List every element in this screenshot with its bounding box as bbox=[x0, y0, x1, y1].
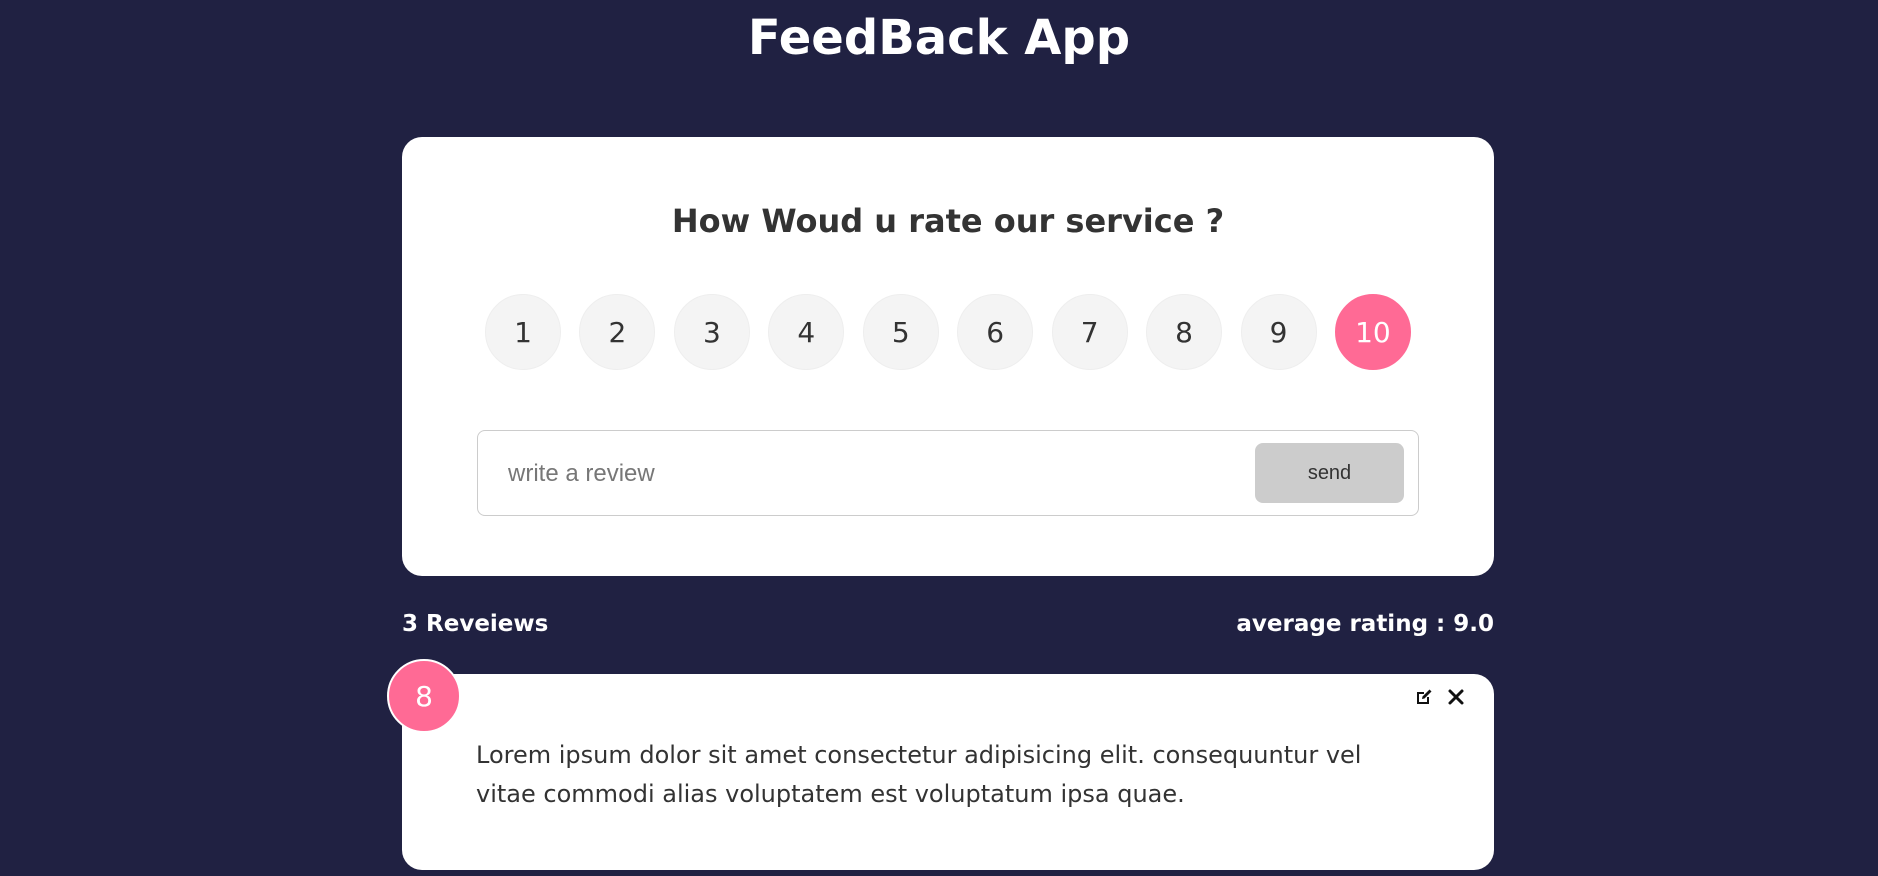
review-actions bbox=[1414, 687, 1466, 707]
average-rating: average rating : 9.0 bbox=[1236, 611, 1494, 637]
rating-option-7[interactable]: 7 bbox=[1051, 294, 1128, 370]
close-icon[interactable] bbox=[1446, 687, 1466, 707]
review-text: Lorem ipsum dolor sit amet consectetur a… bbox=[476, 741, 1362, 808]
rating-options: 1 2 3 4 5 6 7 8 9 10 bbox=[485, 294, 1411, 370]
rating-option-2[interactable]: 2 bbox=[579, 294, 656, 370]
rating-option-1[interactable]: 1 bbox=[485, 294, 561, 370]
app-title: FeedBack App bbox=[747, 10, 1131, 66]
rating-option-8[interactable]: 8 bbox=[1146, 294, 1223, 370]
rating-option-9[interactable]: 9 bbox=[1240, 294, 1317, 370]
reviews-count: 3 Reveiews bbox=[402, 611, 549, 637]
edit-icon[interactable] bbox=[1414, 687, 1434, 707]
review-input[interactable] bbox=[506, 451, 1210, 497]
rating-card: How Woud u rate our service ? 1 2 3 4 5 … bbox=[402, 137, 1494, 576]
send-button[interactable]: send bbox=[1255, 443, 1404, 503]
review-item: Lorem ipsum dolor sit amet consectetur a… bbox=[402, 674, 1494, 870]
review-form: send bbox=[477, 430, 1419, 516]
rating-option-5[interactable]: 5 bbox=[862, 294, 939, 370]
review-stats: 3 Reveiews average rating : 9.0 bbox=[402, 606, 1494, 642]
rating-option-3[interactable]: 3 bbox=[673, 294, 750, 370]
rating-option-4[interactable]: 4 bbox=[768, 294, 845, 370]
rating-question: How Woud u rate our service ? bbox=[671, 202, 1225, 240]
rating-option-6[interactable]: 6 bbox=[957, 294, 1034, 370]
review-rating-badge: 8 bbox=[387, 659, 461, 733]
rating-option-10[interactable]: 10 bbox=[1334, 294, 1411, 370]
